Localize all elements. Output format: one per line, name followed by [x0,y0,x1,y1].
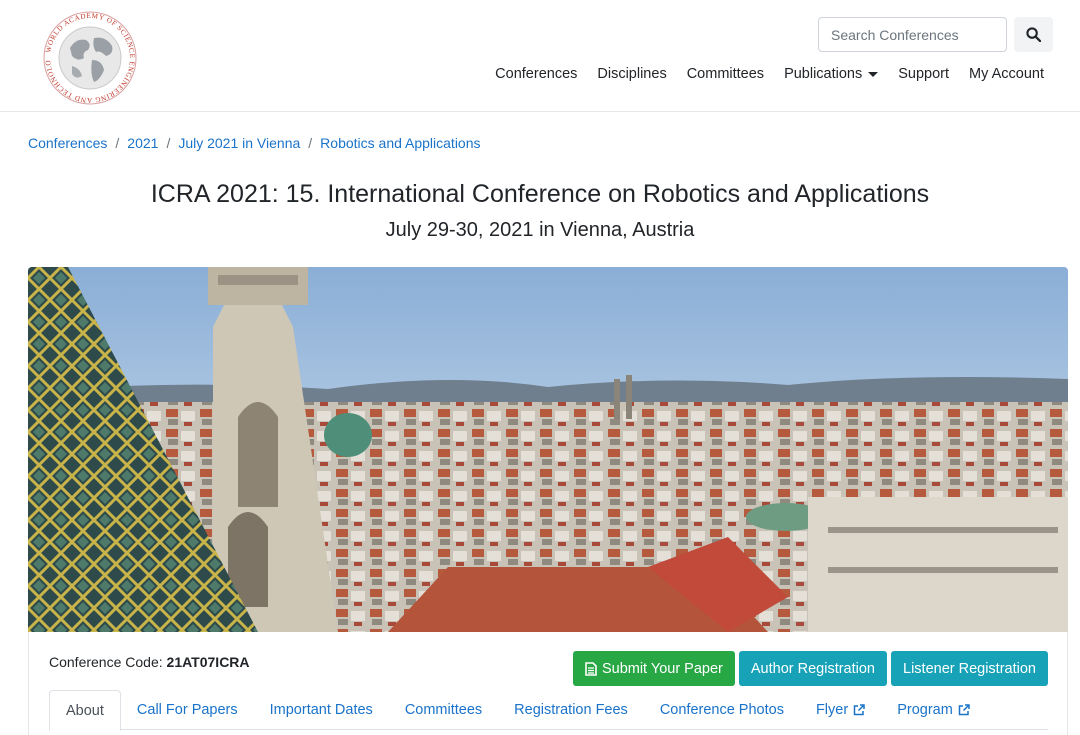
search-icon [1026,27,1041,42]
submit-paper-label: Submit Your Paper [601,660,723,677]
tab-label: Registration Fees [514,702,628,718]
tab-about[interactable]: About [49,690,121,731]
breadcrumb-event[interactable]: July 2021 in Vienna [178,135,300,151]
waset-logo[interactable]: WORLD ACADEMY OF SCIENCE ENGINEERING AND… [39,4,138,106]
breadcrumb-year[interactable]: 2021 [127,135,158,151]
tab-label: Call For Papers [136,702,238,718]
main-nav: Conferences Disciplines Committees Publi… [485,62,1054,86]
tab-label: Committees [404,702,483,718]
site-header: WORLD ACADEMY OF SCIENCE ENGINEERING AND… [0,0,1080,112]
tab-label: Conference Photos [659,702,784,718]
nav-label: Committees [686,66,765,82]
conference-card: Conference Code: 21AT07ICRA Submit Your … [28,632,1068,735]
tab-important-dates[interactable]: Important Dates [254,690,389,730]
listener-registration-button[interactable]: Listener Registration [891,651,1048,686]
submit-paper-button[interactable]: Submit Your Paper [572,651,735,686]
breadcrumb-conferences[interactable]: Conferences [28,135,107,151]
search-input[interactable] [818,17,1007,52]
tab-label: About [66,702,104,719]
nav-publications[interactable]: Publications [774,62,888,86]
conference-banner-image [28,267,1068,632]
conference-date-location: July 29-30, 2021 in Vienna, Austria [385,219,695,241]
external-link-icon [958,704,970,716]
conference-code: Conference Code: 21AT07ICRA [49,654,250,670]
nav-label: Publications [784,66,863,82]
tab-program[interactable]: Program [881,690,986,730]
page-title: ICRA 2021: 15. International Conference … [150,180,930,208]
nav-my-account[interactable]: My Account [959,62,1054,86]
breadcrumb: Conferences / 2021 / July 2021 in Vienna… [28,135,481,151]
caret-down-icon [868,71,879,77]
action-buttons: Submit Your Paper Author Registration Li… [572,651,1048,686]
tab-flyer[interactable]: Flyer [800,690,881,730]
breadcrumb-separator: / [166,135,171,151]
tab-registration-fees[interactable]: Registration Fees [498,690,644,730]
search-button[interactable] [1014,17,1053,52]
breadcrumb-separator: / [115,135,120,151]
tab-label: Important Dates [269,702,373,718]
tab-call-for-papers[interactable]: Call For Papers [121,690,254,730]
tab-conference-photos[interactable]: Conference Photos [644,690,800,730]
conference-tabs: About Call For Papers Important Dates Co… [49,690,1048,731]
search-bar [818,17,1053,52]
author-registration-button[interactable]: Author Registration [738,651,887,686]
conference-code-label: Conference Code: [49,654,163,670]
breadcrumb-topic[interactable]: Robotics and Applications [320,135,480,151]
conference-code-value: 21AT07ICRA [166,654,250,670]
nav-conferences[interactable]: Conferences [485,62,587,86]
nav-label: Conferences [495,66,578,82]
tab-committees[interactable]: Committees [389,690,498,730]
nav-label: My Account [969,66,1044,82]
nav-label: Disciplines [597,66,667,82]
listener-registration-label: Listener Registration [903,660,1036,677]
author-registration-label: Author Registration [750,660,875,677]
tab-label: Flyer [815,702,849,718]
file-text-icon [585,661,597,676]
breadcrumb-separator: / [308,135,313,151]
nav-support[interactable]: Support [888,62,959,86]
nav-committees[interactable]: Committees [677,62,774,86]
tab-label: Program [897,702,953,718]
nav-label: Support [898,66,950,82]
external-link-icon [853,704,865,716]
nav-disciplines[interactable]: Disciplines [587,62,676,86]
